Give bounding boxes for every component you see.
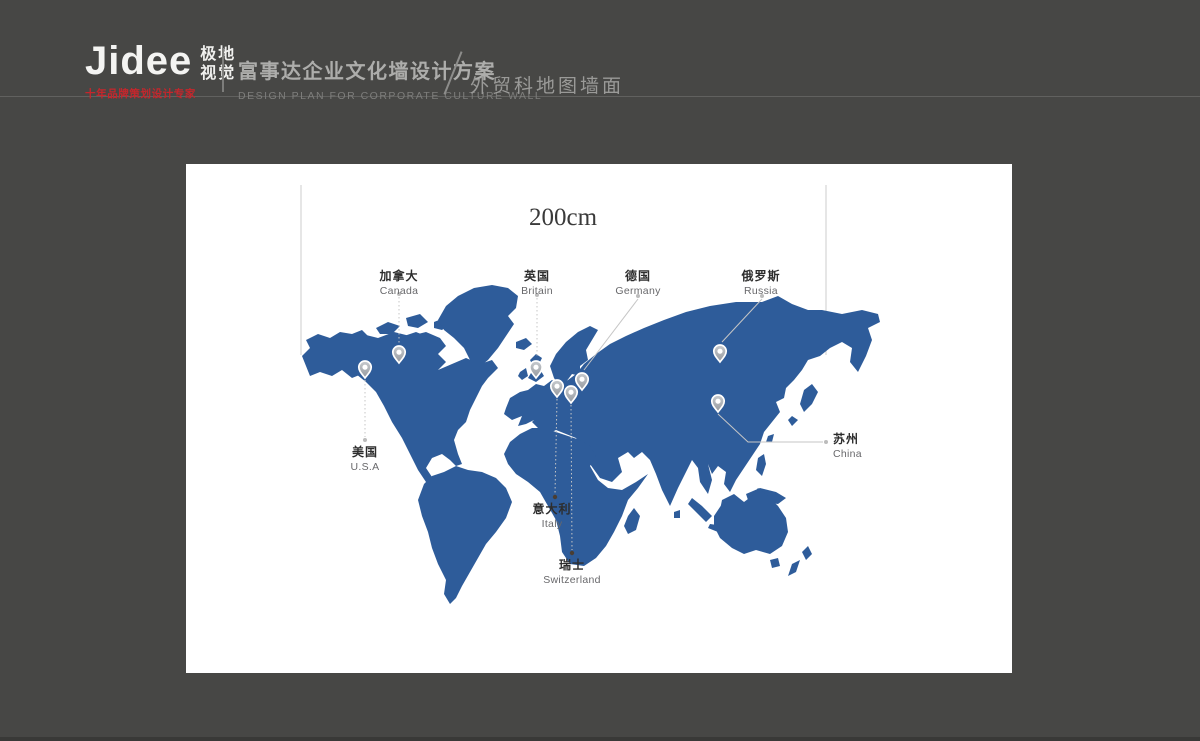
logo-tagline: 十年品牌策划设计专家 bbox=[85, 86, 236, 101]
location-label-switzerland: 瑞士 Switzerland bbox=[543, 556, 601, 586]
section-title: 外贸科地图墙面 bbox=[470, 71, 624, 98]
map-madagascar bbox=[624, 508, 640, 534]
logo-wordmark: Jidee bbox=[85, 42, 192, 80]
bottom-edge-strip bbox=[0, 737, 1200, 741]
design-canvas: 200cm 加拿大 Canada 英国 Britain 德国 Germany 俄… bbox=[186, 164, 1012, 673]
header-bar: Jidee 极地 视觉 十年品牌策划设计专家 富事达企业文化墙设计方案 DESI… bbox=[0, 0, 1200, 97]
location-label-italy: 意大利 Italy bbox=[532, 500, 571, 530]
map-iceland bbox=[516, 338, 532, 350]
location-label-russia: 俄罗斯 Russia bbox=[741, 267, 780, 297]
presentation-slide: Jidee 极地 视觉 十年品牌策划设计专家 富事达企业文化墙设计方案 DESI… bbox=[0, 0, 1200, 741]
location-label-usa: 美国 U.S.A bbox=[351, 443, 380, 473]
location-label-britain: 英国 Britain bbox=[521, 267, 553, 297]
location-label-germany: 德国 Germany bbox=[615, 267, 660, 297]
location-label-canada: 加拿大 Canada bbox=[379, 267, 418, 297]
location-label-suzhou: 苏州 China bbox=[833, 430, 862, 460]
header-divider bbox=[222, 48, 224, 92]
map-india-islands bbox=[674, 510, 680, 518]
map-greenland bbox=[438, 285, 518, 368]
logo-cn-text: 极地 视觉 bbox=[200, 45, 236, 83]
map-japan bbox=[788, 384, 818, 426]
dimension-label: 200cm bbox=[529, 204, 597, 232]
world-map bbox=[186, 164, 1012, 673]
map-south-america bbox=[418, 466, 512, 604]
map-new-zealand bbox=[788, 546, 812, 576]
logo: Jidee 极地 视觉 十年品牌策划设计专家 bbox=[85, 42, 236, 101]
